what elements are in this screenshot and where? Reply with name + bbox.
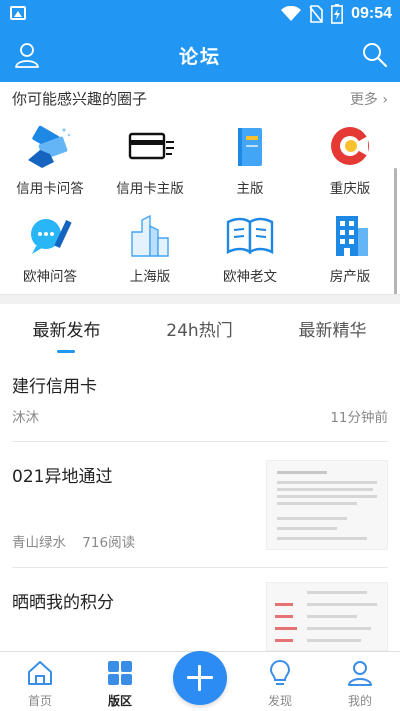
post-time: 11分钟前 — [330, 410, 388, 426]
circle-item-label: 欧神问答 — [23, 269, 77, 285]
circle-item-label: 上海版 — [129, 269, 171, 285]
more-label: 更多 — [349, 92, 378, 108]
wifi-icon — [281, 6, 302, 21]
post-item[interactable]: 建行信用卡 沐沐 11分钟前 — [0, 356, 400, 442]
skyscraper-icon — [131, 214, 169, 257]
circle-item-shanghai[interactable]: 上海版 — [106, 210, 194, 285]
tab-24h-hot[interactable]: 24h热门 — [133, 316, 266, 341]
post-thumbnail — [266, 460, 388, 550]
book-icon — [238, 128, 262, 166]
circle-item-label: 信用卡主版 — [116, 181, 184, 197]
status-icons: 09:54 — [281, 4, 392, 24]
add-post-button[interactable] — [173, 651, 227, 705]
section-divider — [0, 294, 400, 304]
circles-header: 你可能感兴趣的圈子 更多 › — [12, 88, 388, 110]
circle-item-label: 主版 — [236, 181, 264, 197]
nav-home[interactable]: 首页 — [0, 658, 80, 709]
nav-sections[interactable]: 版区 — [80, 658, 160, 709]
circle-item-credit-card-qa[interactable]: 信用卡问答 — [6, 122, 94, 197]
chongqing-logo-icon — [331, 127, 369, 165]
nav-label: 版区 — [107, 694, 132, 708]
chat-pen-icon — [31, 219, 72, 254]
post-title: 021异地通过 — [12, 467, 113, 487]
post-item[interactable]: 晒晒我的积分 — [0, 568, 400, 651]
tab-latest[interactable]: 最新发布 — [0, 316, 133, 341]
circle-item-label: 重庆版 — [329, 181, 371, 197]
post-title: 晒晒我的积分 — [12, 593, 114, 613]
circle-item-label: 欧神老文 — [223, 269, 277, 285]
nav-label: 发现 — [267, 694, 292, 708]
battery-charging-icon — [331, 4, 344, 24]
grid-icon — [108, 661, 132, 685]
circle-item-label: 信用卡问答 — [16, 181, 84, 197]
chevron-right-icon: › — [377, 92, 388, 108]
image-icon — [10, 6, 26, 20]
post-thumbnail — [266, 582, 388, 651]
interest-circles-section: 你可能感兴趣的圈子 更多 › 信用卡问答 信用卡主版 主版 重庆版 欧神问答 上… — [0, 82, 400, 328]
tab-featured[interactable]: 最新精华 — [266, 316, 399, 341]
nav-label: 我的 — [347, 694, 372, 708]
post-author: 青山绿水 — [12, 535, 66, 551]
circle-item-credit-card-main[interactable]: 信用卡主版 — [106, 122, 194, 197]
circle-item-oushen-old[interactable]: 欧神老文 — [206, 210, 294, 285]
status-bar: 09:54 — [0, 0, 400, 28]
nav-discover[interactable]: 发现 — [240, 658, 320, 709]
credit-card-icon — [128, 132, 174, 160]
post-title: 建行信用卡 — [12, 377, 97, 397]
post-author: 沐沐 — [12, 410, 39, 426]
building-icon — [336, 216, 368, 256]
open-book-icon — [226, 217, 274, 255]
nav-mine[interactable]: 我的 — [320, 658, 400, 709]
post-views: 716阅读 — [82, 535, 136, 551]
feed-tabs: 最新发布 24h热门 最新精华 — [0, 304, 400, 356]
nav-label: 首页 — [27, 694, 52, 708]
lightbulb-icon — [269, 659, 291, 685]
clock: 09:54 — [351, 5, 392, 22]
no-sim-icon — [309, 5, 323, 23]
circle-item-chongqing[interactable]: 重庆版 — [306, 122, 394, 197]
post-item[interactable]: 021异地通过 青山绿水 716阅读 — [0, 442, 400, 568]
more-link[interactable]: 更多 › — [350, 89, 388, 109]
home-icon — [28, 661, 52, 685]
circles-title: 你可能感兴趣的圈子 — [12, 90, 148, 108]
search-icon[interactable] — [360, 40, 390, 70]
circle-item-oushen-qa[interactable]: 欧神问答 — [6, 210, 94, 285]
circle-item-main[interactable]: 主版 — [206, 122, 294, 197]
page-title: 论坛 — [178, 46, 221, 68]
tab-indicator — [57, 350, 75, 353]
profile-icon — [348, 661, 372, 686]
circle-item-real-estate[interactable]: 房产版 — [306, 210, 394, 285]
post-author-views: 青山绿水 716阅读 — [12, 531, 135, 551]
app-bar: 论坛 — [0, 28, 400, 82]
circle-item-label: 房产版 — [329, 269, 371, 285]
credit-card-hand-icon — [28, 125, 71, 168]
